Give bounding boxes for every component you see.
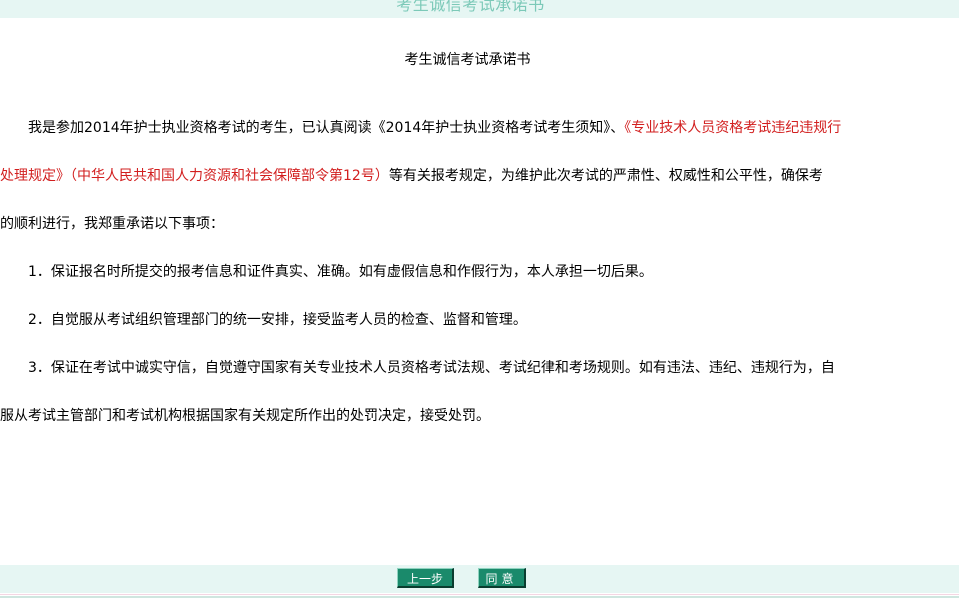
- header-bar: 考生诚信考试承诺书: [0, 0, 959, 18]
- commitment-item-1: 1．保证报名时所提交的报考信息和证件真实、准确。如有虚假信息和作假行为，本人承担…: [0, 264, 653, 280]
- previous-step-button[interactable]: 上一步: [397, 568, 454, 588]
- intro-line-2: 处理规定》（中华人民共和国人力资源和社会保障部令第12号）等有关报考规定，为维护…: [0, 166, 945, 186]
- commitment-item-3: 3．保证在考试中诚实守信，自觉遵守国家有关专业技术人员资格考试法规、考试纪律和考…: [0, 360, 835, 376]
- intro-line-1: 我是参加2014年护士执业资格考试的考生，已认真阅读《2014年护士执业资格考试…: [0, 118, 945, 138]
- commitment-item-3-cont: 服从考试主管部门和考试机构根据国家有关规定所作出的处罚决定，接受处罚。: [0, 408, 490, 424]
- header-title: 考生诚信考试承诺书: [396, 0, 545, 14]
- intro-text-cont: 等有关报考规定，为维护此次考试的严肃性、权威性和公平性，确保考: [388, 168, 823, 184]
- regulation-reference-cont: 处理规定》（中华人民共和国人力资源和社会保障部令第12号）: [0, 168, 389, 184]
- commitment-item-2: 2．自觉服从考试组织管理部门的统一安排，接受监考人员的检查、监督和管理。: [0, 312, 527, 328]
- agree-button[interactable]: 同意: [478, 568, 526, 588]
- regulation-reference: 《专业技术人员资格考试违纪违规行: [624, 120, 842, 136]
- footer-divider: [0, 593, 959, 598]
- commitment-page: 考生诚信考试承诺书 考生诚信考试承诺书 我是参加2014年护士执业资格考试的考生…: [0, 0, 959, 598]
- intro-line-3: 的顺利进行，我郑重承诺以下事项：: [0, 216, 224, 232]
- document-title: 考生诚信考试承诺书: [404, 52, 531, 68]
- intro-text: 我是参加2014年护士执业资格考试的考生，已认真阅读《2014年护士执业资格考试…: [0, 120, 625, 136]
